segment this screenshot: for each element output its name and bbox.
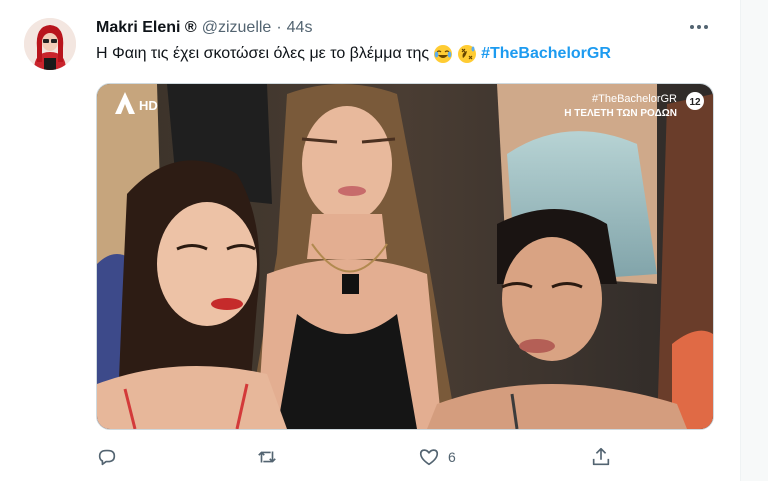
rolling-on-floor-laughing-emoji: [458, 45, 477, 63]
retweet-icon: [258, 451, 276, 463]
page-edge: [740, 0, 768, 481]
tweet-body: Η Φαιη τις έχει σκοτώσει όλες με το βλέμ…: [96, 45, 430, 62]
retweet-button[interactable]: [256, 446, 286, 468]
reply-icon: [98, 449, 116, 466]
like-button[interactable]: 6: [418, 446, 456, 468]
svg-text:HD: HD: [139, 98, 158, 113]
avatar[interactable]: [24, 18, 76, 70]
hashtag-link[interactable]: #TheBachelorGR: [481, 45, 611, 63]
reply-button[interactable]: [96, 446, 126, 468]
share-button[interactable]: [590, 446, 612, 468]
tweet-time[interactable]: 44s: [287, 19, 313, 37]
tweet-text: Η Φαιη τις έχει σκοτώσει όλες με το βλέμ…: [96, 44, 611, 64]
tweet-card[interactable]: Makri Eleni ® @zizuelle · 44s Η Φαιη τις…: [0, 0, 740, 481]
user-handle[interactable]: @zizuelle: [202, 19, 272, 37]
overlay-subtitle: Η ΤΕΛΕΤΗ ΤΩΝ ΡΟΔΩΝ: [564, 108, 677, 119]
tweet-header: Makri Eleni ® @zizuelle · 44s: [96, 18, 312, 38]
like-icon: [419, 449, 439, 466]
more-options-icon[interactable]: [686, 16, 712, 38]
tv-screenshot: HD #TheBachelorGR Η ΤΕΛΕΤΗ ΤΩΝ ΡΟΔΩΝ 12: [97, 84, 713, 429]
like-count: 6: [448, 449, 456, 465]
tears-of-joy-emoji: [434, 45, 453, 63]
display-name[interactable]: Makri Eleni ®: [96, 19, 197, 37]
tweet-actions: 6: [0, 446, 740, 470]
share-icon: [592, 447, 610, 466]
separator: ·: [276, 19, 282, 36]
rating-badge: 12: [689, 97, 701, 108]
overlay-hashtag: #TheBachelorGR: [592, 93, 677, 105]
tweet-media-image[interactable]: HD #TheBachelorGR Η ΤΕΛΕΤΗ ΤΩΝ ΡΟΔΩΝ 12: [96, 83, 714, 430]
